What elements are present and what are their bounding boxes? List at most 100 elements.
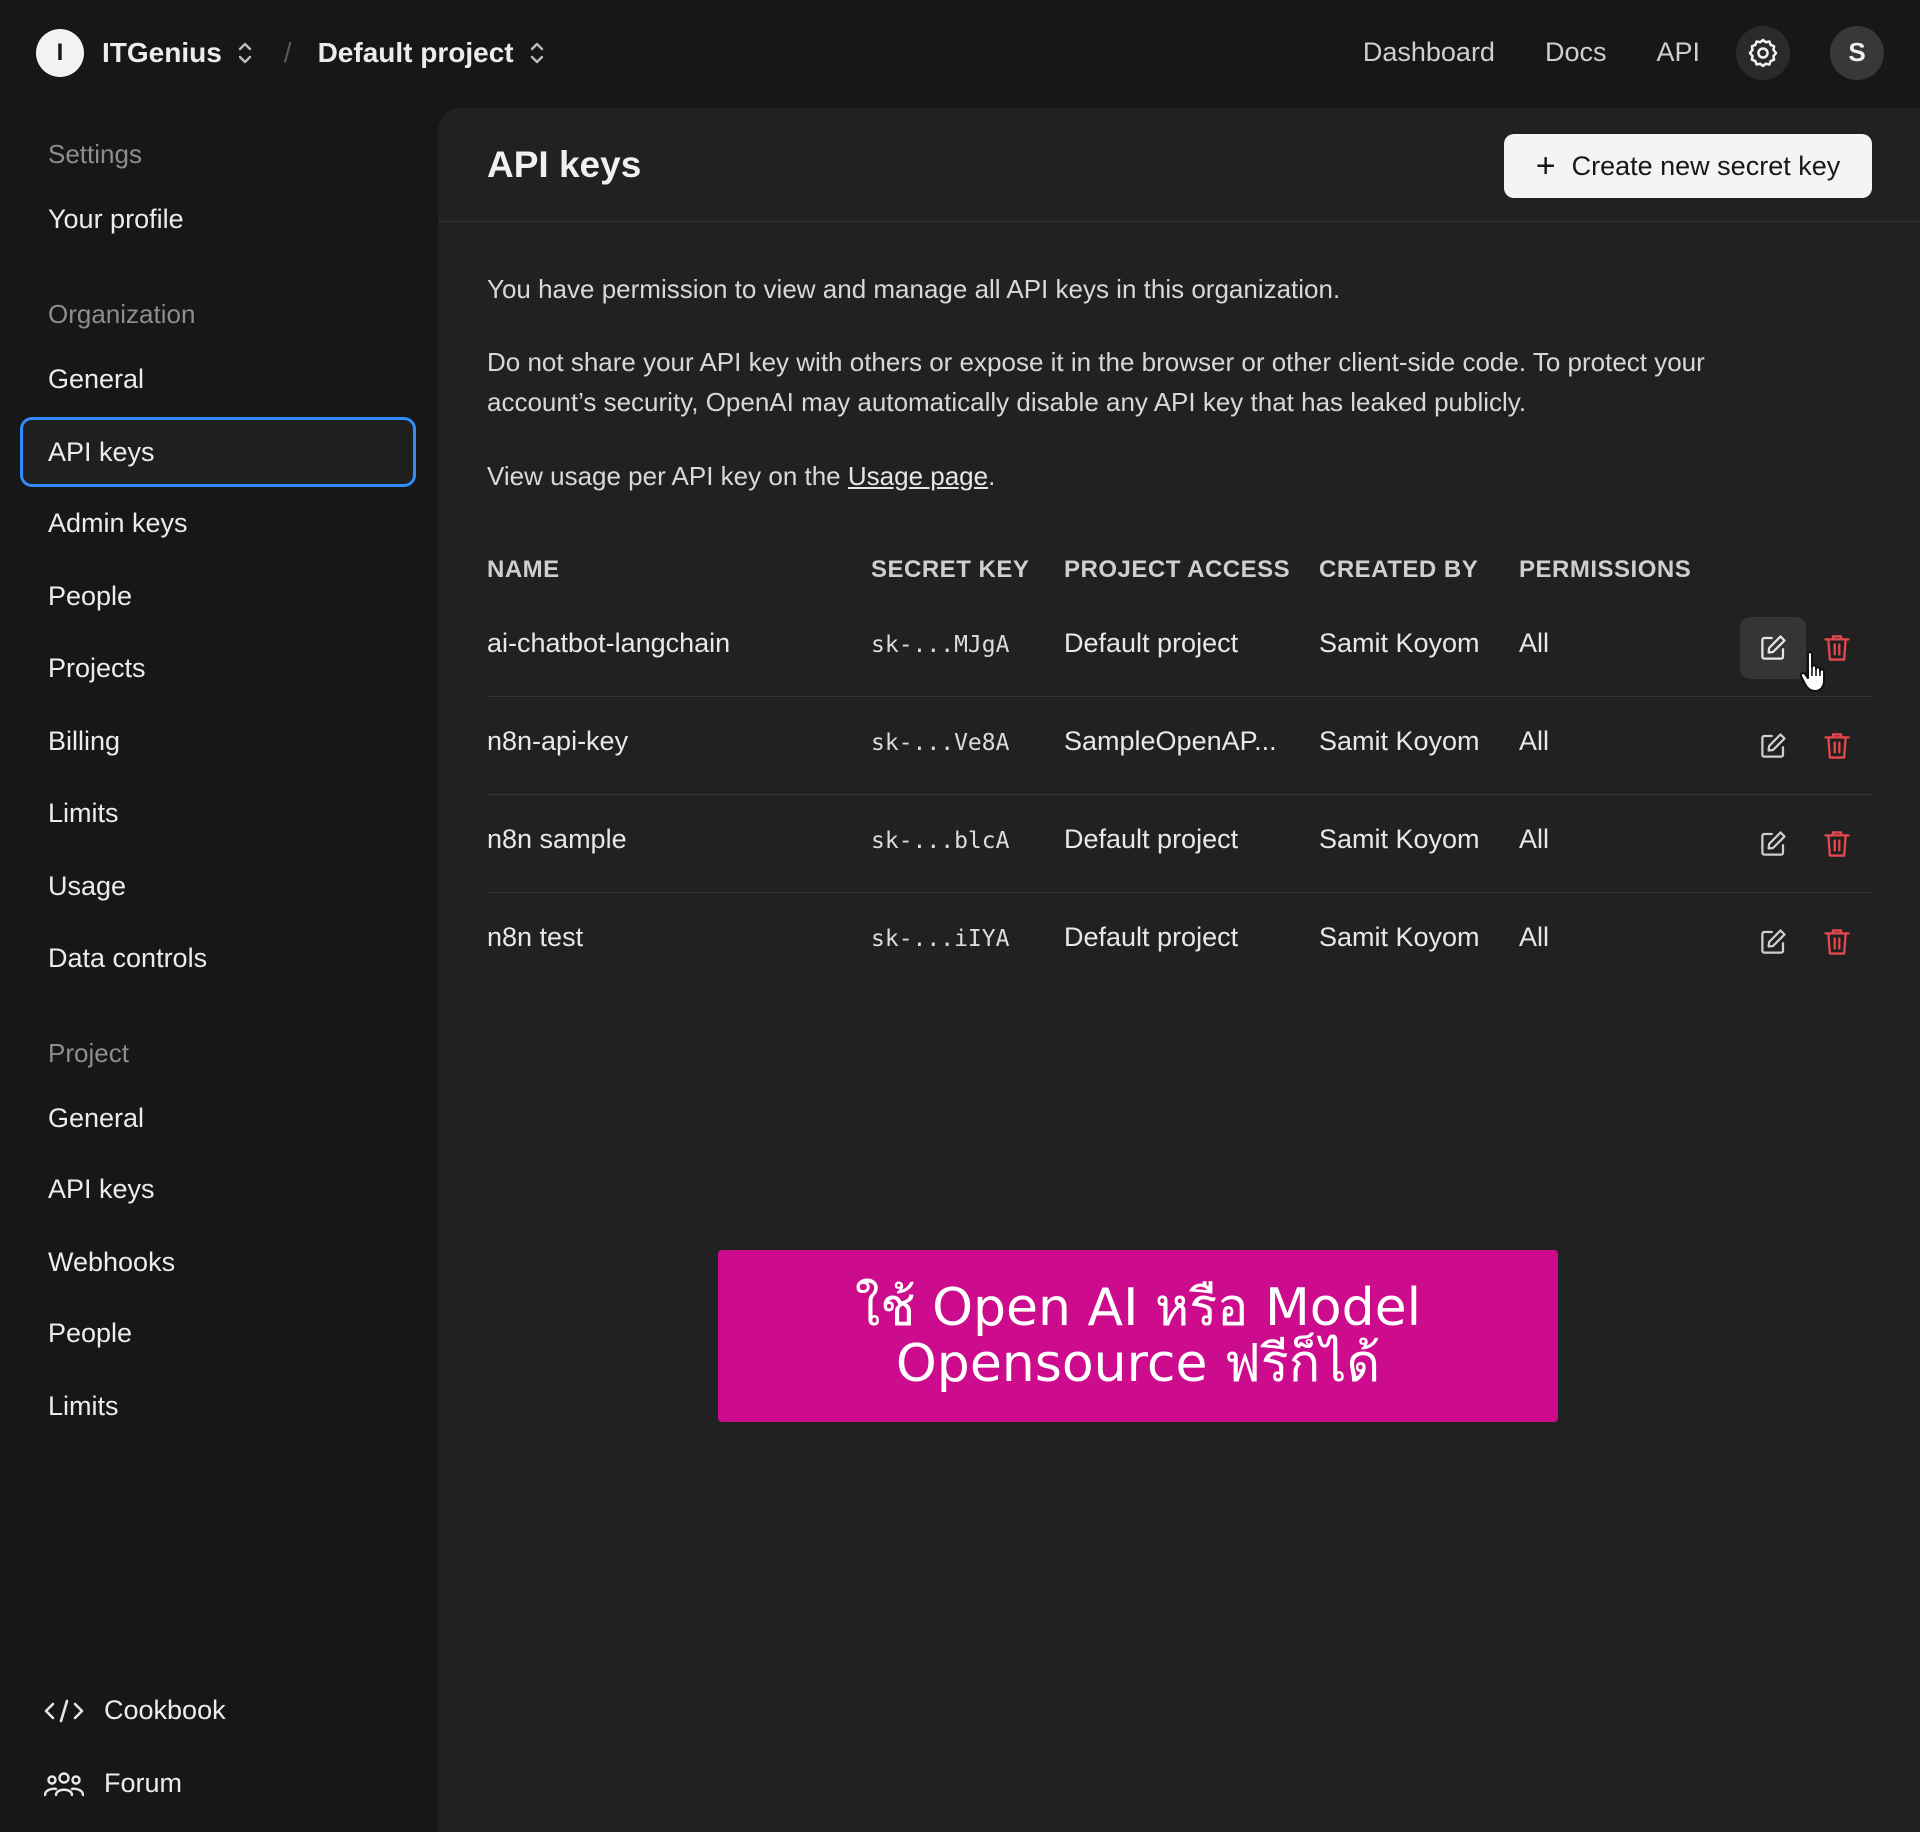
main-panel: API keys + Create new secret key You hav… bbox=[438, 108, 1920, 1832]
users-icon bbox=[44, 1771, 84, 1796]
table-row: ai-chatbot-langchain sk-...MJgA Default … bbox=[487, 599, 1873, 697]
edit-key-button[interactable] bbox=[1740, 813, 1806, 875]
project-access: SampleOpenAP... bbox=[1064, 726, 1277, 756]
permissions: All bbox=[1519, 726, 1550, 756]
permissions: All bbox=[1519, 824, 1550, 854]
edit-icon bbox=[1761, 929, 1786, 954]
usage-prefix: View usage per API key on the bbox=[487, 461, 848, 491]
secret-key: sk-...blcA bbox=[871, 828, 1010, 854]
key-name: n8n-api-key bbox=[487, 726, 629, 756]
sidebar-item-org-general[interactable]: General bbox=[20, 344, 416, 414]
secret-key: sk-...MJgA bbox=[871, 632, 1010, 658]
sidebar-item-usage[interactable]: Usage bbox=[20, 851, 416, 921]
sidebar-item-cookbook[interactable]: Cookbook bbox=[44, 1695, 226, 1726]
page-header: API keys + Create new secret key bbox=[438, 108, 1920, 222]
column-header-created-by: CREATED BY bbox=[1319, 556, 1479, 583]
sidebar-item-org-api-keys[interactable]: API keys bbox=[20, 417, 416, 487]
edit-icon bbox=[1761, 635, 1786, 660]
usage-suffix: . bbox=[988, 461, 996, 491]
created-by: Samit Koyom bbox=[1319, 726, 1480, 756]
security-warning-line-1: Do not share your API key with others or… bbox=[487, 347, 1705, 377]
delete-key-button[interactable] bbox=[1809, 813, 1865, 875]
key-name: ai-chatbot-langchain bbox=[487, 628, 731, 658]
key-name: n8n sample bbox=[487, 824, 627, 854]
top-bar: I ITGenius / Default project Dashboard D… bbox=[0, 0, 1920, 105]
forum-label: Forum bbox=[104, 1768, 183, 1798]
project-access: Default project bbox=[1064, 922, 1239, 952]
project-access: Default project bbox=[1064, 628, 1239, 658]
column-header-name: NAME bbox=[487, 556, 560, 583]
project-switcher[interactable]: Default project bbox=[318, 37, 514, 69]
sidebar-section-project: Project bbox=[48, 1038, 129, 1068]
sidebar-item-billing[interactable]: Billing bbox=[20, 706, 416, 776]
column-header-secret-key: SECRET KEY bbox=[871, 556, 1030, 583]
chevron-up-down-icon[interactable] bbox=[236, 38, 254, 68]
sidebar-item-data-controls[interactable]: Data controls bbox=[20, 923, 416, 993]
org-switcher[interactable]: ITGenius bbox=[102, 37, 222, 69]
sidebar-item-project-api-keys[interactable]: API keys bbox=[20, 1154, 416, 1224]
sidebar-section-settings: Settings bbox=[48, 139, 142, 169]
table-row: n8n test sk-...iIYA Default project Sami… bbox=[487, 893, 1873, 991]
nav-docs[interactable]: Docs bbox=[1545, 37, 1607, 68]
sidebar-item-project-people[interactable]: People bbox=[20, 1298, 416, 1368]
gear-icon bbox=[1748, 38, 1778, 67]
nav-dashboard[interactable]: Dashboard bbox=[1363, 37, 1495, 68]
usage-page-link[interactable]: Usage page bbox=[848, 461, 988, 491]
delete-key-button[interactable] bbox=[1809, 715, 1865, 777]
created-by: Samit Koyom bbox=[1319, 628, 1480, 658]
sidebar-item-org-limits[interactable]: Limits bbox=[20, 778, 416, 848]
trash-icon bbox=[1824, 733, 1850, 759]
sidebar-item-projects[interactable]: Projects bbox=[20, 633, 416, 703]
promo-banner: ใช้ Open AI หรือ Model Opensource ฟรีก็ไ… bbox=[718, 1250, 1558, 1422]
edit-key-button[interactable] bbox=[1740, 715, 1806, 777]
sidebar-item-project-general[interactable]: General bbox=[20, 1083, 416, 1153]
table-row: n8n-api-key sk-...Ve8A SampleOpenAP... S… bbox=[487, 697, 1873, 795]
usage-note: View usage per API key on the Usage page… bbox=[487, 456, 1867, 496]
edit-icon bbox=[1761, 831, 1786, 856]
created-by: Samit Koyom bbox=[1319, 824, 1480, 854]
nav-api[interactable]: API bbox=[1656, 37, 1700, 68]
edit-key-button[interactable] bbox=[1740, 617, 1806, 679]
sidebar-item-forum[interactable]: Forum bbox=[44, 1768, 182, 1799]
secret-key: sk-...Ve8A bbox=[871, 730, 1010, 756]
trash-icon bbox=[1824, 929, 1850, 955]
permissions: All bbox=[1519, 922, 1550, 952]
breadcrumb-separator: / bbox=[283, 36, 292, 68]
column-header-project-access: PROJECT ACCESS bbox=[1064, 556, 1291, 583]
security-warning-line-2: account’s security, OpenAI may automatic… bbox=[487, 387, 1527, 417]
sidebar-item-your-profile[interactable]: Your profile bbox=[20, 184, 416, 254]
permissions: All bbox=[1519, 628, 1550, 658]
sidebar-item-webhooks[interactable]: Webhooks bbox=[20, 1227, 416, 1297]
delete-key-button[interactable] bbox=[1809, 911, 1865, 973]
created-by: Samit Koyom bbox=[1319, 922, 1480, 952]
project-access: Default project bbox=[1064, 824, 1239, 854]
create-secret-key-label: Create new secret key bbox=[1571, 150, 1841, 181]
sidebar-item-admin-keys[interactable]: Admin keys bbox=[20, 488, 416, 558]
page-title: API keys bbox=[487, 144, 642, 185]
trash-icon bbox=[1824, 831, 1850, 857]
create-secret-key-button[interactable]: + Create new secret key bbox=[1504, 134, 1872, 198]
org-avatar[interactable]: I bbox=[36, 28, 84, 77]
edit-key-button[interactable] bbox=[1740, 911, 1806, 973]
sidebar-section-organization: Organization bbox=[48, 299, 196, 329]
sidebar: Settings Your profile Organization Gener… bbox=[0, 105, 438, 1832]
chevron-up-down-icon[interactable] bbox=[528, 38, 546, 68]
key-name: n8n test bbox=[487, 922, 584, 952]
promo-banner-line-1: ใช้ Open AI หรือ Model bbox=[854, 1278, 1422, 1338]
hand-cursor-icon bbox=[1799, 651, 1825, 692]
edit-icon bbox=[1761, 733, 1786, 758]
settings-button[interactable] bbox=[1736, 25, 1790, 80]
security-warning: Do not share your API key with others or… bbox=[487, 342, 1867, 422]
code-icon bbox=[44, 1699, 84, 1722]
cookbook-label: Cookbook bbox=[104, 1695, 226, 1725]
sidebar-item-project-limits[interactable]: Limits bbox=[20, 1371, 416, 1441]
permission-text: You have permission to view and manage a… bbox=[487, 274, 1341, 304]
top-nav: Dashboard Docs API S bbox=[1313, 25, 1884, 80]
table-row: n8n sample sk-...blcA Default project Sa… bbox=[487, 795, 1873, 893]
promo-banner-line-2: Opensource ฟรีก็ได้ bbox=[895, 1334, 1381, 1394]
user-avatar[interactable]: S bbox=[1830, 25, 1884, 80]
column-header-permissions: PERMISSIONS bbox=[1519, 556, 1692, 583]
plus-icon: + bbox=[1535, 147, 1556, 185]
secret-key: sk-...iIYA bbox=[871, 926, 1010, 952]
sidebar-item-org-people[interactable]: People bbox=[20, 561, 416, 631]
